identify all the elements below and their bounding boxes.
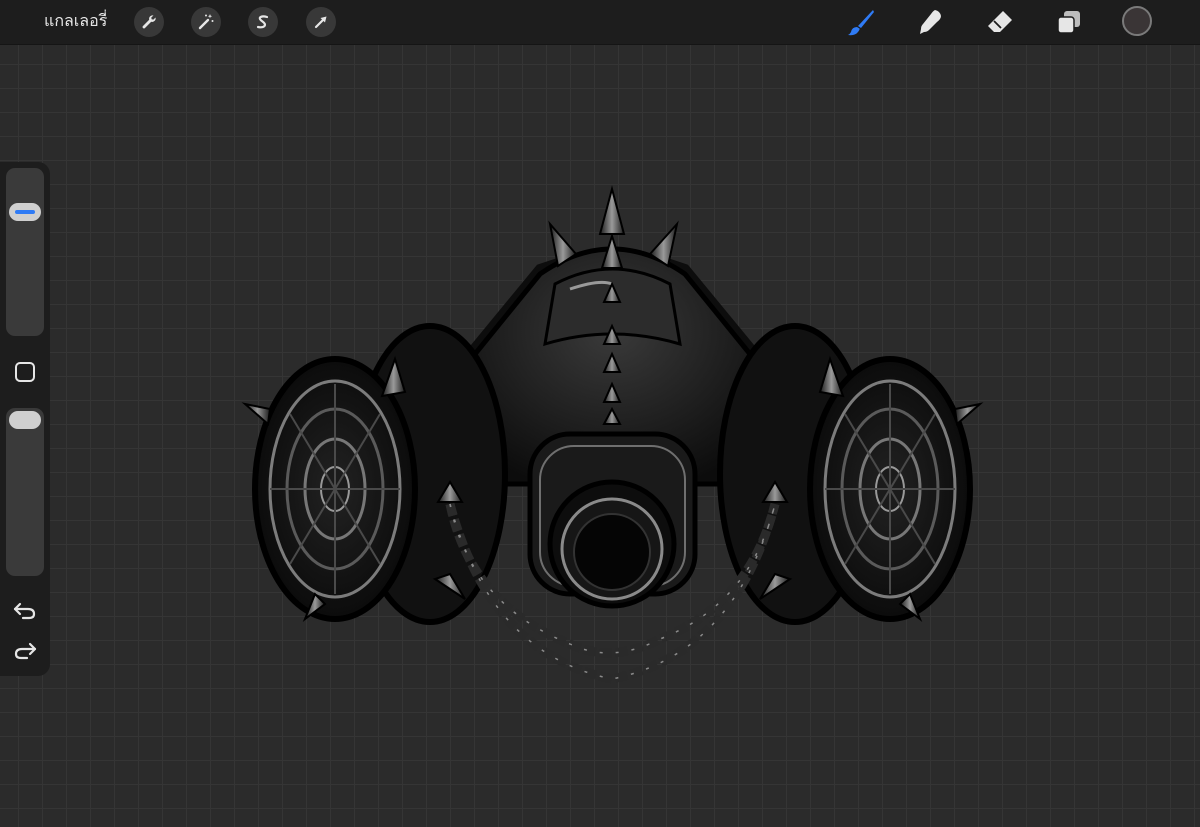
brush-tool-button[interactable] [845, 6, 877, 38]
brush-opacity-slider[interactable] [6, 408, 44, 576]
actions-button[interactable] [134, 7, 164, 37]
redo-icon[interactable] [11, 636, 39, 664]
drawing-canvas[interactable] [0, 44, 1200, 827]
side-bar [0, 162, 50, 676]
gas-mask-artwork [241, 185, 984, 684]
active-slider-indicator [15, 209, 35, 214]
gallery-button[interactable]: แกลเลอรี่ [44, 11, 107, 31]
eraser-icon [988, 11, 1012, 32]
selection-button[interactable] [248, 7, 278, 37]
transform-arrow-icon [314, 16, 327, 29]
undo-icon[interactable] [11, 596, 39, 624]
layers-button[interactable] [1053, 6, 1085, 38]
color-picker-button[interactable] [1122, 6, 1152, 36]
adjustments-button[interactable] [191, 7, 221, 37]
layers-icon [1057, 11, 1080, 34]
smudge-tool-button[interactable] [914, 6, 946, 38]
transform-button[interactable] [306, 7, 336, 37]
magic-wand-icon [198, 14, 214, 30]
selection-s-icon [256, 15, 269, 29]
brush-size-slider-thumb[interactable] [9, 202, 41, 221]
brush-icon [848, 10, 874, 36]
top-toolbar: แกลเลอรี่ [0, 0, 1200, 45]
smudge-icon [920, 10, 941, 34]
eraser-tool-button[interactable] [984, 6, 1016, 38]
brush-size-slider[interactable] [6, 168, 44, 336]
wrench-icon [142, 15, 156, 29]
brush-opacity-slider-thumb[interactable] [9, 411, 41, 429]
square-icon[interactable] [14, 361, 36, 383]
